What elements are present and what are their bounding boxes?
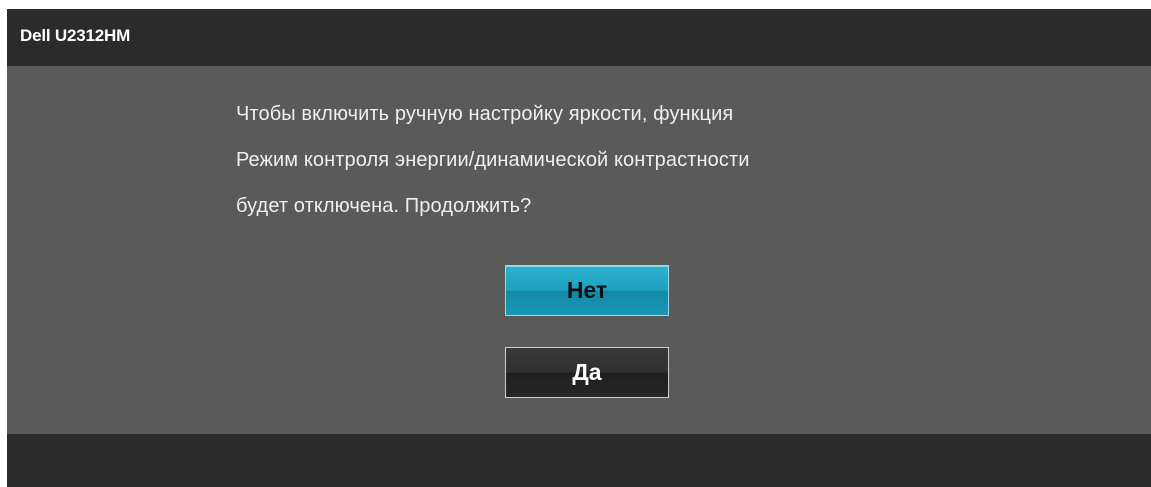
monitor-osd-dialog: Dell U2312HM Чтобы включить ручную настр…	[7, 9, 1151, 487]
monitor-model-title: Dell U2312HM	[20, 26, 131, 45]
bottom-bar	[7, 434, 1151, 487]
message-line-2: Режим контроля энергии/динамической конт…	[236, 149, 750, 171]
message-line-1: Чтобы включить ручную настройку яркости,…	[236, 103, 734, 125]
no-button[interactable]: Нет	[505, 265, 669, 316]
title-bar: Dell U2312HM	[7, 9, 1151, 66]
yes-button[interactable]: Да	[505, 347, 669, 398]
message-line-3: будет отключена. Продолжить?	[236, 195, 532, 217]
dialog-body: Чтобы включить ручную настройку яркости,…	[7, 66, 1151, 434]
